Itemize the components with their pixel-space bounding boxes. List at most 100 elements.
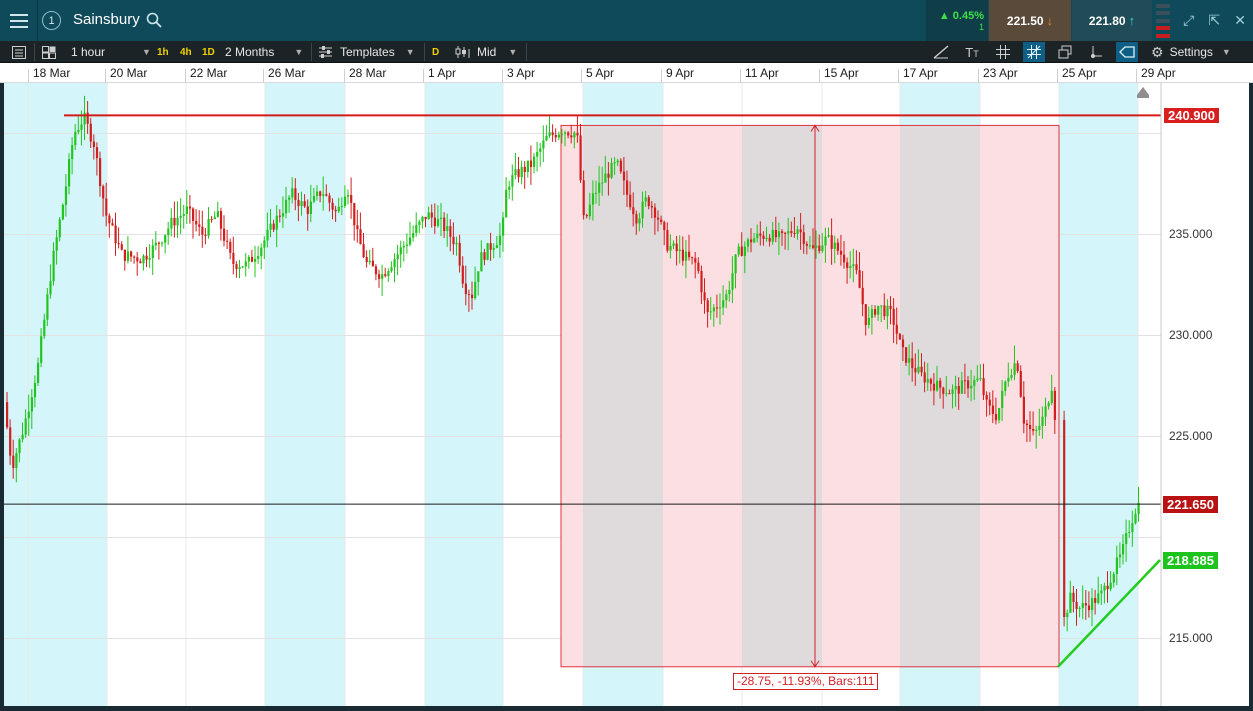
candle-body [390,267,393,272]
grid-icon[interactable] [992,42,1014,62]
candle-body [18,439,21,454]
hamburger-menu-button[interactable] [0,0,38,41]
candle-body [663,222,666,231]
candle-body [991,405,994,414]
candle-body [15,453,18,469]
candle-body [824,236,827,246]
text-tool-icon[interactable]: TT [961,42,983,62]
candlestick-chart[interactable] [4,83,1249,706]
candle-body [148,258,151,260]
layout-grid-icon[interactable] [38,42,60,62]
candle-body [359,229,362,245]
interval-dropdown[interactable]: 1 hour ▼ [71,41,151,63]
candle-body [1013,363,1016,376]
candle-body [898,333,901,340]
range-dropdown[interactable]: 2 Months ▼ [225,41,303,63]
candle-body [387,271,390,276]
candle-body [471,294,474,299]
candle-body [812,245,815,248]
candle-body [58,219,61,238]
candle-body [737,246,740,255]
crosshair-grid-icon[interactable] [1023,42,1045,62]
sell-price-button[interactable]: 221.50 ↓ [989,0,1071,41]
candle-body [585,215,588,217]
candle-body [1097,593,1100,603]
candle-body [979,378,982,380]
candle-body [291,188,294,198]
candle-body [1041,416,1044,427]
candle-body [130,251,133,257]
date-axis-label: 22 Mar [190,66,228,80]
candle-body [579,135,582,181]
templates-dropdown[interactable]: Templates ▼ [319,41,415,63]
candle-body [802,232,805,244]
candle-body [213,216,216,220]
candle-body [886,305,889,317]
candle-body [68,159,71,187]
candle-body [945,393,948,395]
quick-interval-4h[interactable]: 4h [180,41,192,63]
candle-body [740,246,743,256]
candle-body [1115,557,1118,574]
candle-body [551,132,554,135]
measure-day-shade [742,125,822,667]
candle-body [982,378,985,396]
draw-line-icon[interactable] [930,42,952,62]
candle-body [604,173,607,183]
candle-body [666,230,669,251]
expand-icon[interactable]: ⤢ [1176,0,1202,41]
candle-body [908,358,911,363]
price-down-arrow-icon: ↓ [1046,13,1054,28]
chart-list-icon[interactable] [8,42,30,62]
price-type-dropdown[interactable]: Mid ▼ [455,41,517,63]
candle-body [567,132,570,136]
quick-interval-1h[interactable]: 1h [157,41,169,63]
buy-price-button[interactable]: 221.80 ↑ [1072,0,1152,41]
candle-body [595,192,598,194]
layers-icon[interactable] [1054,42,1076,62]
candle-body [486,243,489,260]
candle-body [728,289,731,295]
candle-body [281,213,285,217]
candle-body [1069,592,1072,613]
date-axis-label: 9 Apr [666,66,695,80]
candle-body [703,292,706,301]
candle-body [839,250,843,255]
chevron-down-icon: ▼ [294,47,304,57]
magnet-icon[interactable] [1085,42,1107,62]
candle-body [405,244,409,246]
window-number-badge[interactable]: 1 [42,11,61,30]
candle-body [644,197,647,202]
candle-body [474,281,477,299]
measure-label: -28.75, -11.93%, Bars:111 [733,672,879,690]
candle-body [973,379,976,386]
popout-icon[interactable]: ⇱ [1202,0,1228,41]
candle-body [440,217,443,220]
candle-body [1128,531,1131,534]
instrument-name[interactable]: Sainsbury [73,11,140,28]
candle-body [626,180,629,195]
candle-body [796,229,799,234]
bell-icon-base [1137,95,1149,98]
candle-body [833,242,836,249]
chart-area[interactable]: 235.000 230.000 225.000 215.000 240.900 221.6… [4,83,1249,706]
tag-icon[interactable] [1116,42,1138,62]
candle-body [328,195,331,203]
candle-body [266,229,269,241]
quick-interval-1d[interactable]: 1D [202,41,215,63]
candle-body [629,194,632,208]
candle-body [489,243,492,250]
candle-body [793,232,796,234]
candle-body [33,382,37,398]
search-icon[interactable] [146,12,162,28]
candle-body [743,246,746,256]
candle-body [1004,381,1007,391]
chevron-down-icon: ▼ [142,47,151,57]
settings-button[interactable]: ⚙ Settings ▼ [1151,41,1231,63]
price-type-badge[interactable]: D [432,41,439,63]
candle-body [870,309,874,318]
date-axis-label: 3 Apr [507,66,536,80]
close-icon[interactable]: ✕ [1227,0,1253,41]
candle-body [179,215,182,218]
candle-body [9,427,12,456]
